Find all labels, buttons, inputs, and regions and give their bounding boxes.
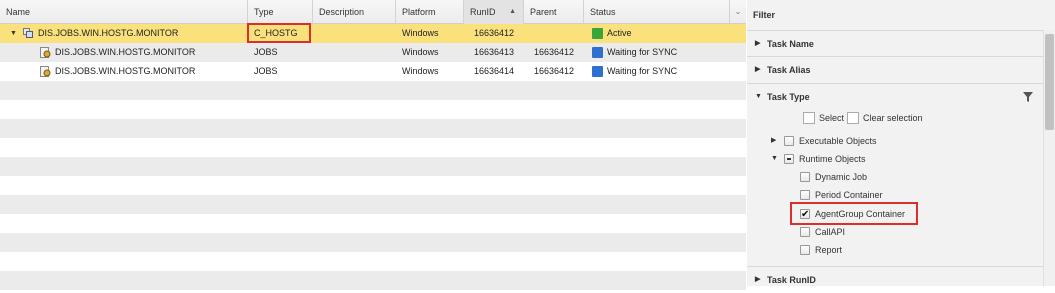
task-name: DIS.JOBS.WIN.HOSTG.MONITOR <box>55 66 196 76</box>
column-header-description[interactable]: Description <box>313 0 396 24</box>
task-parent: 16636412 <box>534 47 575 57</box>
collapse-arrow-icon[interactable]: ▼ <box>10 24 17 43</box>
section-label: Task RunID <box>767 275 816 285</box>
status-active-icon <box>592 28 603 39</box>
expand-arrow-icon[interactable]: ▶ <box>771 132 776 150</box>
dynamic-job-checkbox[interactable] <box>800 172 810 182</box>
column-header-parent[interactable]: Parent <box>524 0 584 24</box>
task-status: Waiting for SYNC <box>607 66 678 76</box>
task-status: Active <box>607 28 632 38</box>
table-row[interactable]: DIS.JOBS.WIN.HOSTG.MONITOR JOBS Windows … <box>0 62 746 81</box>
section-task-runid[interactable]: ▶ Task RunID <box>747 266 1043 292</box>
task-name: DIS.JOBS.WIN.HOSTG.MONITOR <box>38 28 179 38</box>
empty-row <box>0 176 746 195</box>
task-grid: Name Type Description Platform RunID ▲ Pa… <box>0 0 746 290</box>
tree-item-label: CallAPI <box>815 227 846 237</box>
column-header-runid[interactable]: RunID ▲ <box>464 0 524 24</box>
column-header-platform[interactable]: Platform <box>396 0 464 24</box>
expand-arrow-icon: ▶ <box>755 276 761 283</box>
column-header-name[interactable]: Name <box>0 0 248 24</box>
expand-arrow-icon: ▶ <box>755 66 761 73</box>
tree-item-label: Dynamic Job <box>815 172 868 182</box>
job-gear-icon <box>40 47 51 58</box>
status-waiting-icon <box>592 47 603 58</box>
section-label: Task Name <box>767 39 814 49</box>
column-menu-chevron-icon[interactable]: ⌄ <box>730 0 746 24</box>
empty-row <box>0 81 746 100</box>
runtime-objects-checkbox[interactable] <box>784 154 794 164</box>
tree-item-label: Executable Objects <box>799 136 877 146</box>
clear-selection-button[interactable]: Clear selection <box>847 110 923 126</box>
callapi-checkbox[interactable] <box>800 227 810 237</box>
section-task-alias[interactable]: ▶ Task Alias <box>747 56 1043 82</box>
empty-row <box>0 157 746 176</box>
task-runid: 16636412 <box>474 28 515 38</box>
task-platform: Windows <box>402 28 439 38</box>
section-task-name[interactable]: ▶ Task Name <box>747 30 1043 56</box>
filter-title: Filter <box>747 0 1055 30</box>
section-label: Task Type <box>767 92 810 102</box>
task-runid: 16636413 <box>474 47 515 57</box>
job-gear-icon <box>40 66 51 77</box>
column-label: RunID <box>470 7 496 17</box>
tree-item-label: Report <box>815 245 843 255</box>
table-row[interactable]: DIS.JOBS.WIN.HOSTG.MONITOR JOBS Windows … <box>0 43 746 62</box>
empty-row <box>0 138 746 157</box>
empty-row <box>0 252 746 271</box>
empty-row <box>0 119 746 138</box>
column-label: Type <box>254 7 274 17</box>
workflow-object-icon <box>23 28 33 38</box>
task-status: Waiting for SYNC <box>607 47 678 57</box>
task-platform: Windows <box>402 47 439 57</box>
filter-panel: Filter ▶ Task Name ▶ Task Alias ▼ Task T… <box>747 0 1055 286</box>
column-header-status[interactable]: Status <box>584 0 730 24</box>
empty-row <box>0 214 746 233</box>
report-checkbox[interactable] <box>800 245 810 255</box>
section-task-type[interactable]: ▼ Task Type <box>747 83 1043 109</box>
task-type: JOBS <box>254 66 278 76</box>
expand-arrow-icon: ▶ <box>755 40 761 47</box>
empty-row <box>0 100 746 119</box>
task-runid: 16636414 <box>474 66 515 76</box>
executable-objects-checkbox[interactable] <box>784 136 794 146</box>
empty-row <box>0 233 746 252</box>
select-all-icon <box>803 112 815 124</box>
column-label: Status <box>590 7 616 17</box>
empty-row <box>0 195 746 214</box>
column-header-type[interactable]: Type <box>248 0 313 24</box>
tree-item-label: Runtime Objects <box>799 154 866 164</box>
section-label: Task Alias <box>767 65 811 75</box>
status-waiting-icon <box>592 66 603 77</box>
collapse-arrow-icon[interactable]: ▼ <box>771 150 778 168</box>
grid-header: Name Type Description Platform RunID ▲ Pa… <box>0 0 746 24</box>
collapse-arrow-icon: ▼ <box>755 93 762 100</box>
filter-funnel-icon[interactable] <box>1023 92 1033 102</box>
clear-selection-label: Clear selection <box>863 113 923 123</box>
task-platform: Windows <box>402 66 439 76</box>
period-container-checkbox[interactable] <box>800 190 810 200</box>
agentgroup-highlight-box <box>790 202 918 225</box>
task-type: JOBS <box>254 47 278 57</box>
empty-row <box>0 271 746 290</box>
column-label: Name <box>6 7 31 17</box>
table-row[interactable]: ▼ DIS.JOBS.WIN.HOSTG.MONITOR C_HOSTG Win… <box>0 24 746 43</box>
column-label: Platform <box>402 7 436 17</box>
clear-selection-icon <box>847 112 859 124</box>
task-name: DIS.JOBS.WIN.HOSTG.MONITOR <box>55 47 196 57</box>
sort-ascending-icon: ▲ <box>509 8 516 15</box>
task-parent: 16636412 <box>534 66 575 76</box>
column-label: Parent <box>530 7 557 17</box>
column-label: Description <box>319 7 365 17</box>
filter-scrollbar-thumb[interactable] <box>1045 34 1054 130</box>
type-highlight-box <box>247 23 311 43</box>
